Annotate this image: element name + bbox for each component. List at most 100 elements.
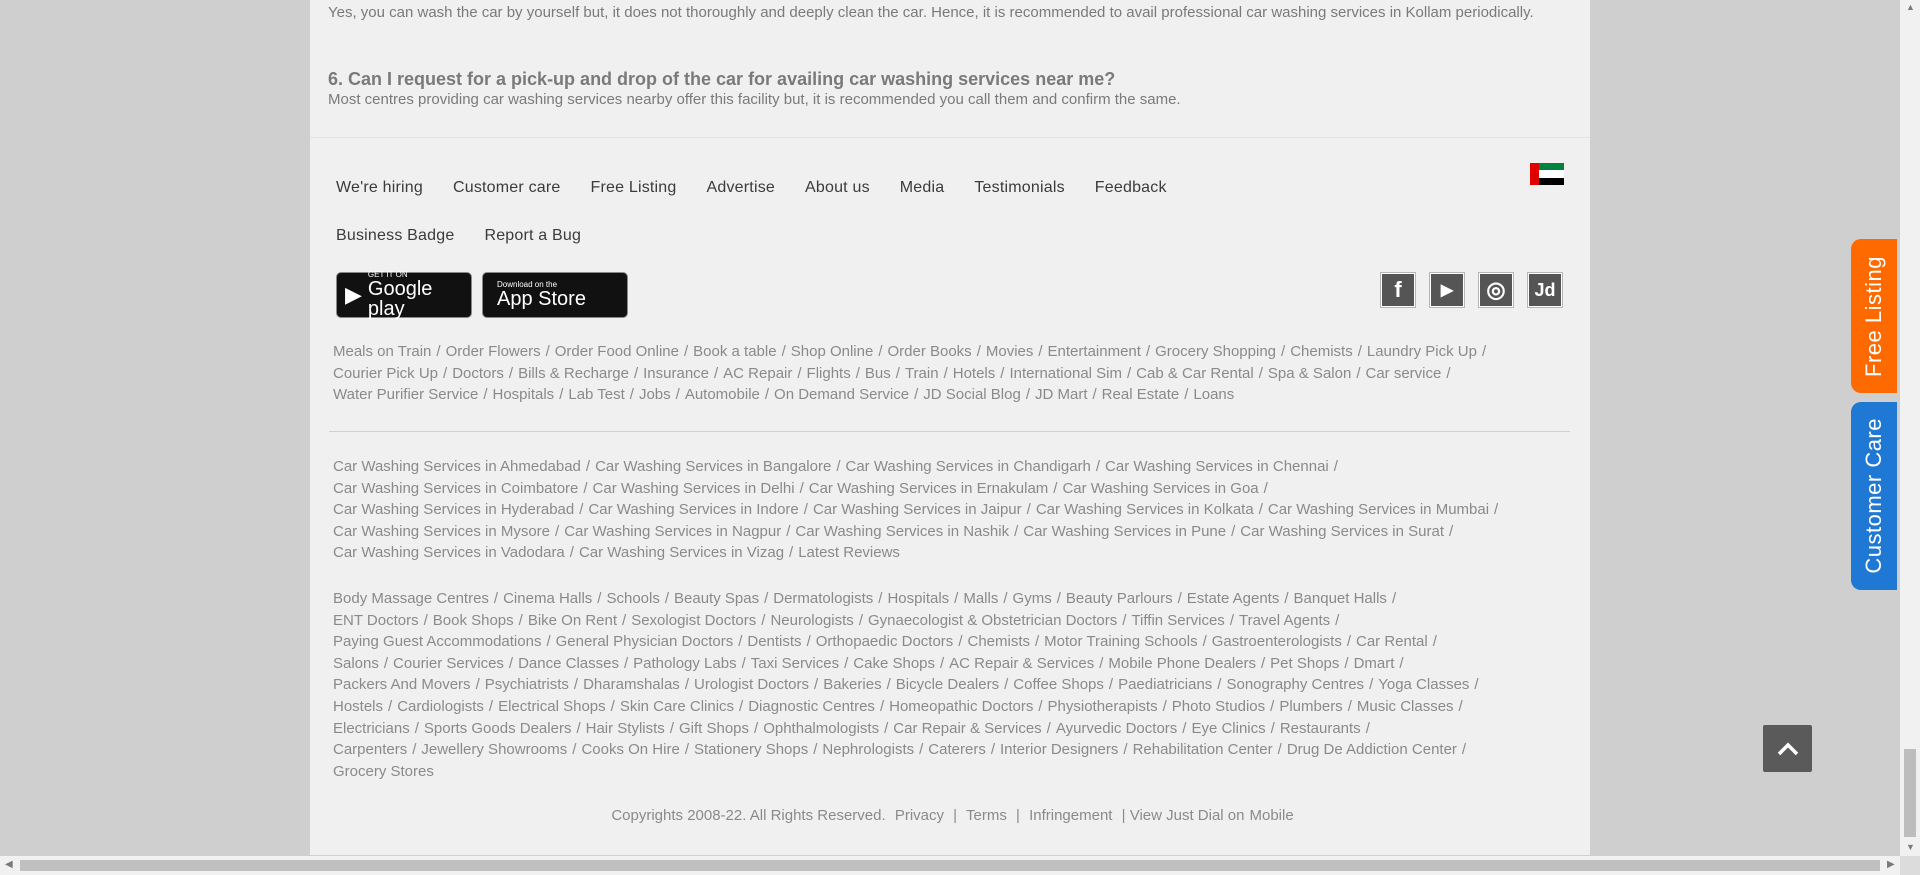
service-link[interactable]: Shop Online [791, 343, 874, 360]
categorie-link[interactable]: Electrical Shops [498, 698, 606, 715]
categorie-link[interactable]: Dance Classes [518, 655, 619, 672]
categorie-link[interactable]: Gastroenterologists [1212, 633, 1342, 650]
categorie-link[interactable]: Dharamshalas [583, 676, 680, 693]
categorie-link[interactable]: Beauty Parlours [1066, 590, 1173, 607]
service-link[interactable]: Order Flowers [446, 343, 541, 360]
categorie-link[interactable]: Sports Goods Dealers [424, 720, 572, 737]
scroll-up-arrow-icon[interactable]: ▲ [1906, 2, 1915, 12]
categorie-link[interactable]: Caterers [928, 741, 986, 758]
service-link[interactable]: Train [905, 365, 939, 382]
terms-link[interactable]: Terms [966, 807, 1007, 824]
categorie-link[interactable]: Restaurants [1280, 720, 1361, 737]
scroll-down-arrow-icon[interactable]: ▼ [1906, 842, 1915, 852]
categorie-link[interactable]: Cake Shops [853, 655, 935, 672]
citie-link[interactable]: Car Washing Services in Kolkata [1036, 501, 1254, 518]
categorie-link[interactable]: Car Rental [1356, 633, 1428, 650]
categorie-link[interactable]: Music Classes [1357, 698, 1454, 715]
categorie-link[interactable]: Grocery Stores [333, 763, 434, 780]
service-link[interactable]: AC Repair [723, 365, 792, 382]
service-link[interactable]: Entertainment [1048, 343, 1141, 360]
categorie-link[interactable]: Sonography Centres [1226, 676, 1364, 693]
facebook-icon[interactable]: f [1380, 272, 1416, 308]
categorie-link[interactable]: Mobile Phone Dealers [1108, 655, 1256, 672]
citie-link[interactable]: Latest Reviews [798, 544, 900, 561]
categorie-link[interactable]: Travel Agents [1239, 612, 1330, 629]
service-link[interactable]: Hospitals [492, 386, 554, 403]
categorie-link[interactable]: Neurologists [770, 612, 853, 629]
categorie-link[interactable]: General Physician Doctors [556, 633, 734, 650]
scroll-to-top-button[interactable] [1763, 725, 1812, 772]
service-link[interactable]: Order Books [887, 343, 971, 360]
categorie-link[interactable]: ENT Doctors [333, 612, 419, 629]
service-link[interactable]: Doctors [452, 365, 504, 382]
service-link[interactable]: Order Food Online [555, 343, 679, 360]
categorie-link[interactable]: Jewellery Showrooms [421, 741, 567, 758]
service-link[interactable]: JD Mart [1035, 386, 1088, 403]
footer-nav-link[interactable]: About us [805, 179, 870, 197]
service-link[interactable]: Car service [1365, 365, 1441, 382]
categorie-link[interactable]: Ophthalmologists [763, 720, 879, 737]
categorie-link[interactable]: Paying Guest Accommodations [333, 633, 541, 650]
service-link[interactable]: Laundry Pick Up [1367, 343, 1477, 360]
footer-nav-link[interactable]: Free Listing [591, 179, 677, 197]
categorie-link[interactable]: Cardiologists [397, 698, 484, 715]
categorie-link[interactable]: Salons [333, 655, 379, 672]
footer-nav-link[interactable]: Media [900, 179, 945, 197]
categorie-link[interactable]: Beauty Spas [674, 590, 759, 607]
citie-link[interactable]: Car Washing Services in Chandigarh [845, 458, 1090, 475]
categorie-link[interactable]: Bakeries [823, 676, 881, 693]
citie-link[interactable]: Car Washing Services in Vadodara [333, 544, 565, 561]
scroll-left-arrow-icon[interactable]: ◀ [5, 859, 13, 870]
service-link[interactable]: Insurance [643, 365, 709, 382]
categorie-link[interactable]: Ayurvedic Doctors [1056, 720, 1177, 737]
service-link[interactable]: Book a table [693, 343, 776, 360]
categorie-link[interactable]: Courier Services [393, 655, 504, 672]
scroll-right-arrow-icon[interactable]: ▶ [1887, 859, 1895, 870]
citie-link[interactable]: Car Washing Services in Indore [588, 501, 798, 518]
privacy-link[interactable]: Privacy [895, 807, 944, 824]
mobile-link[interactable]: Mobile [1249, 807, 1293, 824]
vertical-scroll-thumb[interactable] [1904, 749, 1916, 837]
service-link[interactable]: Automobile [685, 386, 760, 403]
instagram-icon[interactable]: ◎ [1478, 272, 1514, 308]
service-link[interactable]: Grocery Shopping [1155, 343, 1276, 360]
categorie-link[interactable]: Dermatologists [773, 590, 873, 607]
categorie-link[interactable]: Car Repair & Services [893, 720, 1041, 737]
categorie-link[interactable]: Gift Shops [679, 720, 749, 737]
categorie-link[interactable]: Estate Agents [1187, 590, 1280, 607]
citie-link[interactable]: Car Washing Services in Delhi [593, 480, 795, 497]
footer-nav-link[interactable]: We're hiring [336, 179, 423, 197]
jd-blog-icon[interactable]: Jd [1527, 272, 1563, 308]
citie-link[interactable]: Car Washing Services in Ahmedabad [333, 458, 581, 475]
footer-nav-link[interactable]: Report a Bug [484, 227, 581, 245]
horizontal-scroll-thumb[interactable] [20, 860, 1880, 871]
categorie-link[interactable]: Urologist Doctors [694, 676, 809, 693]
categorie-link[interactable]: Orthopaedic Doctors [816, 633, 954, 650]
categorie-link[interactable]: Schools [606, 590, 659, 607]
footer-nav-link[interactable]: Testimonials [974, 179, 1064, 197]
categorie-link[interactable]: AC Repair & Services [949, 655, 1094, 672]
footer-nav-link[interactable]: Customer care [453, 179, 561, 197]
service-link[interactable]: Chemists [1290, 343, 1353, 360]
categorie-link[interactable]: Packers And Movers [333, 676, 471, 693]
service-link[interactable]: International Sim [1009, 365, 1122, 382]
youtube-icon[interactable]: ▶ [1429, 272, 1465, 308]
categorie-link[interactable]: Bike On Rent [528, 612, 617, 629]
service-link[interactable]: On Demand Service [774, 386, 909, 403]
categorie-link[interactable]: Homeopathic Doctors [889, 698, 1033, 715]
categorie-link[interactable]: Cooks On Hire [581, 741, 679, 758]
categorie-link[interactable]: Physiotherapists [1048, 698, 1158, 715]
service-link[interactable]: JD Social Blog [923, 386, 1021, 403]
service-link[interactable]: Water Purifier Service [333, 386, 478, 403]
infringement-link[interactable]: Infringement [1029, 807, 1112, 824]
categorie-link[interactable]: Electricians [333, 720, 410, 737]
customer-care-tab[interactable]: Customer Care [1851, 402, 1897, 590]
vertical-scrollbar[interactable]: ▲ ▼ [1900, 0, 1920, 856]
footer-nav-link[interactable]: Business Badge [336, 227, 454, 245]
service-link[interactable]: Meals on Train [333, 343, 431, 360]
categorie-link[interactable]: Paediatricians [1118, 676, 1212, 693]
service-link[interactable]: Movies [986, 343, 1034, 360]
service-link[interactable]: Flights [807, 365, 851, 382]
citie-link[interactable]: Car Washing Services in Coimbatore [333, 480, 578, 497]
service-link[interactable]: Loans [1193, 386, 1234, 403]
